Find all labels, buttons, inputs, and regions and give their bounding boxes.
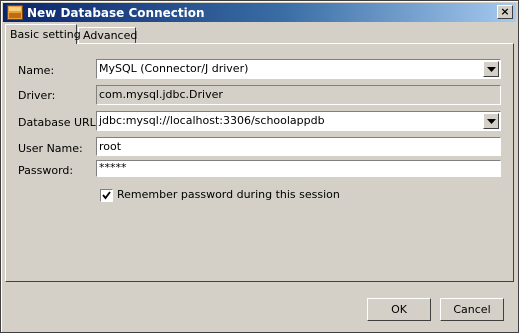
- name-label: Name:: [18, 64, 55, 77]
- user-name-label: User Name:: [18, 142, 83, 155]
- password-value: *****: [99, 161, 127, 174]
- remember-password-label[interactable]: Remember password during this session: [117, 188, 340, 201]
- name-value: MySQL (Connector/J driver): [99, 62, 249, 75]
- close-icon[interactable]: ×: [497, 5, 513, 19]
- database-url-label: Database URL:: [18, 116, 100, 129]
- name-select[interactable]: MySQL (Connector/J driver): [96, 59, 501, 79]
- chevron-down-icon[interactable]: [483, 61, 499, 77]
- database-app-icon: [7, 5, 23, 20]
- password-input[interactable]: *****: [96, 160, 501, 177]
- driver-value: com.mysql.jdbc.Driver: [99, 88, 223, 101]
- database-url-select[interactable]: jdbc:mysql://localhost:3306/schoolappdb: [96, 111, 501, 131]
- tab-basic-setting[interactable]: Basic setting: [5, 24, 81, 44]
- user-name-input[interactable]: root: [96, 137, 501, 156]
- driver-field: com.mysql.jdbc.Driver: [96, 85, 501, 105]
- password-label: Password:: [18, 164, 74, 177]
- remember-password-checkbox[interactable]: [100, 189, 113, 202]
- driver-label: Driver:: [18, 89, 56, 102]
- dialog-window: New Database Connection × Basic setting …: [0, 0, 519, 333]
- title-bar[interactable]: New Database Connection ×: [3, 3, 516, 22]
- tab-basic-setting-label: Basic setting: [10, 28, 81, 41]
- checkmark-icon: [102, 191, 111, 200]
- tab-advanced[interactable]: Advanced: [78, 27, 138, 43]
- user-name-value: root: [99, 140, 122, 153]
- ok-button[interactable]: OK: [367, 298, 431, 321]
- chevron-down-icon[interactable]: [483, 113, 499, 129]
- cancel-button[interactable]: Cancel: [440, 298, 504, 321]
- tab-advanced-label: Advanced: [83, 29, 138, 42]
- database-url-value: jdbc:mysql://localhost:3306/schoolappdb: [99, 114, 325, 127]
- dialog-title: New Database Connection: [27, 6, 205, 20]
